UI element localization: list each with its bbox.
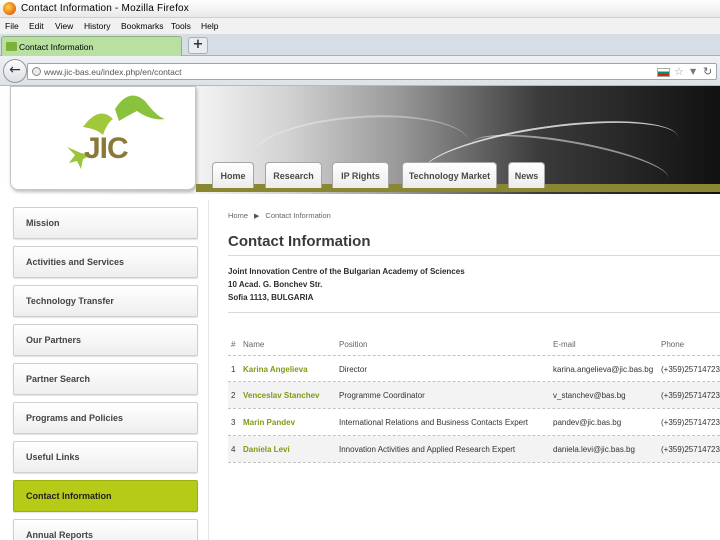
- contact-position: Programme Coordinator: [339, 391, 425, 400]
- nav-tab-technology-market[interactable]: Technology Market: [402, 162, 497, 188]
- sidebar-item-label: Mission: [26, 218, 60, 228]
- menu-tools[interactable]: Tools: [171, 21, 191, 31]
- new-tab-button[interactable]: +: [188, 37, 208, 54]
- firefox-logo-icon: [3, 2, 16, 15]
- contact-email-link[interactable]: karina.angelieva@jic.bas.bg: [553, 365, 653, 374]
- sidebar-item-label: Technology Transfer: [26, 296, 114, 306]
- bulgarian-flag-icon: [657, 68, 670, 77]
- nav-tab-research[interactable]: Research: [265, 162, 322, 188]
- logo-text: JIC: [84, 132, 129, 165]
- contact-phone: (+359)25714723: [661, 391, 720, 400]
- reload-icon[interactable]: ↻: [703, 65, 712, 78]
- nav-tab-home[interactable]: Home: [212, 162, 254, 188]
- address-street: 10 Acad. G. Bonchev Str.: [228, 280, 323, 289]
- row-number: 3: [231, 418, 236, 427]
- navigation-bar: ← www.jic-bas.eu/index.php/en/contact ☆ …: [0, 56, 720, 86]
- sidebar-item-partner-search[interactable]: Partner Search: [13, 363, 198, 395]
- table-header-number: #: [231, 340, 236, 349]
- address-organization: Joint Innovation Centre of the Bulgarian…: [228, 267, 465, 276]
- site-logo[interactable]: JIC: [10, 86, 196, 190]
- nav-tab-ip-rights[interactable]: IP Rights: [332, 162, 389, 188]
- window-titlebar: Contact Information - Mozilla Firefox: [0, 0, 720, 18]
- sidebar-item-annual-reports[interactable]: Annual Reports: [13, 519, 198, 540]
- table-row: 2 Venceslav Stanchev Programme Coordinat…: [228, 382, 720, 408]
- contact-email-link[interactable]: daniela.levi@jic.bas.bg: [553, 445, 635, 454]
- breadcrumb-arrow-icon: ▶: [254, 213, 260, 220]
- row-number: 4: [231, 445, 236, 454]
- window-title: Contact Information - Mozilla Firefox: [21, 3, 190, 14]
- row-number: 2: [231, 391, 236, 400]
- contact-name-link[interactable]: Venceslav Stanchev: [243, 391, 320, 400]
- menu-bar: File Edit View History Bookmarks Tools H…: [0, 18, 720, 34]
- contact-name-link[interactable]: Marin Pandev: [243, 418, 295, 427]
- contact-name-link[interactable]: Karina Angelieva: [243, 365, 308, 374]
- table-header-email: E-mail: [553, 340, 576, 349]
- contact-position: International Relations and Business Con…: [339, 418, 528, 427]
- bookmark-star-icon[interactable]: ☆: [674, 65, 684, 78]
- menu-bookmarks[interactable]: Bookmarks: [121, 21, 164, 31]
- sidebar-item-programs-and-policies[interactable]: Programs and Policies: [13, 402, 198, 434]
- url-history-dropdown-icon[interactable]: ▼: [690, 65, 696, 78]
- url-bar[interactable]: www.jic-bas.eu/index.php/en/contact ☆ ▼ …: [27, 63, 717, 80]
- browser-tab-contact[interactable]: Contact Information: [1, 36, 182, 56]
- sidebar-item-label: Annual Reports: [26, 530, 94, 540]
- sidebar-item-useful-links[interactable]: Useful Links: [13, 441, 198, 473]
- sidebar-item-contact-information[interactable]: Contact Information: [13, 480, 198, 512]
- table-row: 3 Marin Pandev International Relations a…: [228, 409, 720, 435]
- sidebar-divider: [208, 200, 209, 540]
- sidebar-item-our-partners[interactable]: Our Partners: [13, 324, 198, 356]
- nav-tab-news[interactable]: News: [508, 162, 545, 188]
- sidebar-item-label: Programs and Policies: [26, 413, 124, 423]
- contact-position: Innovation Activities and Applied Resear…: [339, 445, 516, 454]
- table-row: 1 Karina Angelieva Director karina.angel…: [228, 356, 720, 382]
- menu-view[interactable]: View: [55, 21, 73, 31]
- table-header-phone: Phone: [661, 340, 685, 349]
- row-number: 1: [231, 365, 236, 374]
- sidebar-item-mission[interactable]: Mission: [13, 207, 198, 239]
- table-header-name: Name: [243, 340, 265, 349]
- menu-history[interactable]: History: [84, 21, 110, 31]
- sidebar-item-label: Activities and Services: [26, 257, 125, 267]
- favicon-icon: [6, 42, 17, 51]
- menu-file[interactable]: File: [5, 21, 19, 31]
- menu-help[interactable]: Help: [201, 21, 218, 31]
- site-identity-icon[interactable]: [32, 67, 41, 76]
- page-title: Contact Information: [228, 233, 371, 250]
- contact-position: Director: [339, 365, 368, 374]
- sidebar-item-label: Our Partners: [26, 335, 82, 345]
- contact-phone: (+359)25714723: [661, 365, 720, 374]
- breadcrumb-current: Contact Information: [265, 211, 331, 220]
- sidebar-item-label: Contact Information: [26, 491, 112, 501]
- contact-email-link[interactable]: v_stanchev@bas.bg: [553, 391, 626, 400]
- address-divider: [228, 312, 720, 313]
- url-text[interactable]: www.jic-bas.eu/index.php/en/contact: [44, 67, 182, 77]
- contact-email-link[interactable]: pandev@jic.bas.bg: [553, 418, 621, 427]
- table-row: 4 Daniela Levi Innovation Activities and…: [228, 436, 720, 462]
- sidebar-item-label: Partner Search: [26, 374, 91, 384]
- sidebar-item-activities-and-services[interactable]: Activities and Services: [13, 246, 198, 278]
- title-divider: [228, 255, 720, 256]
- breadcrumb-home-link[interactable]: Home: [228, 211, 248, 220]
- contact-phone: (+359)25714723: [661, 418, 720, 427]
- contact-phone: (+359)25714723: [661, 445, 720, 454]
- sidebar-item-technology-transfer[interactable]: Technology Transfer: [13, 285, 198, 317]
- address-city: Sofia 1113, BULGARIA: [228, 293, 314, 302]
- sidebar-item-label: Useful Links: [26, 452, 80, 462]
- back-arrow-icon: ←: [9, 62, 21, 78]
- table-row-separator: [228, 462, 720, 463]
- breadcrumb: Home ▶ Contact Information: [228, 211, 331, 220]
- tab-strip: Contact Information +: [0, 34, 720, 56]
- table-header-position: Position: [339, 340, 368, 349]
- menu-edit[interactable]: Edit: [29, 21, 44, 31]
- back-button[interactable]: ←: [3, 59, 27, 83]
- contact-name-link[interactable]: Daniela Levi: [243, 445, 290, 454]
- browser-tab-label: Contact Information: [19, 42, 94, 52]
